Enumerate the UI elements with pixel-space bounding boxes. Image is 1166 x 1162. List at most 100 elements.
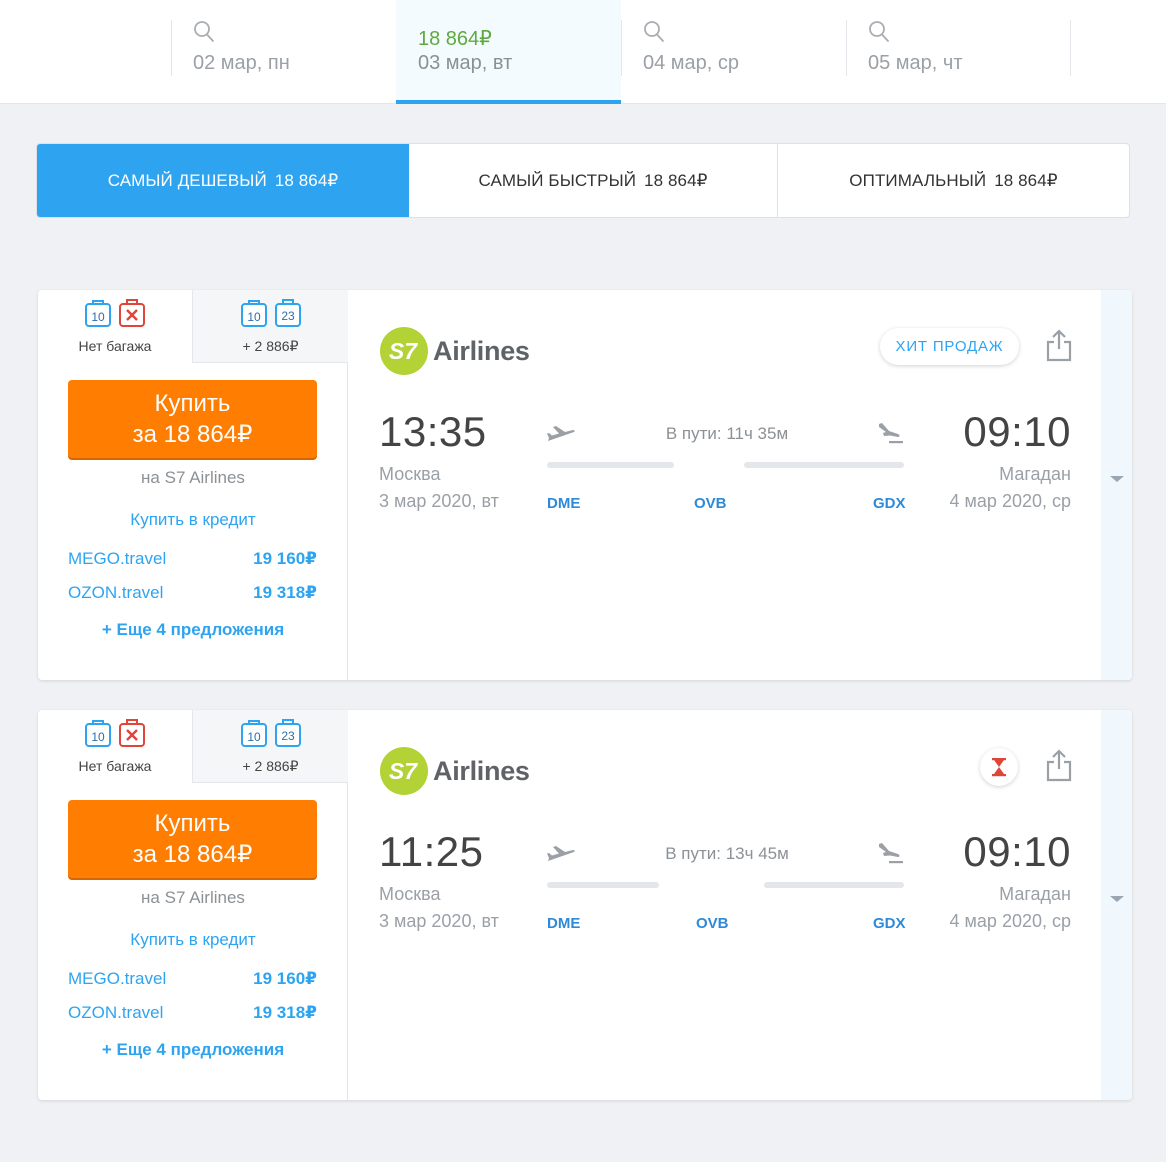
baggage-option-no-bag[interactable]: 10 Нет багажа <box>38 290 192 363</box>
bestseller-badge: ХИТ ПРОДАЖ <box>880 328 1019 365</box>
airport-code: OVB <box>694 495 727 512</box>
agency-name: OZON.travel <box>68 1003 164 1022</box>
date-label: 03 мар, вт <box>418 52 513 74</box>
tab-label: Самый быстрый <box>478 170 637 190</box>
agency-name: MEGO.travel <box>68 549 167 568</box>
baggage-option-with-bag[interactable]: 10 23 + 2 886₽ <box>192 710 348 783</box>
ticket-card: 10 Нет багажа 10 23 + 2 886₽ Купить за 1… <box>38 710 1132 1100</box>
buy-label: Купить <box>154 810 231 837</box>
svg-text:10: 10 <box>247 310 261 324</box>
seller-label: на S7 Airlines <box>141 888 245 907</box>
agency-offer[interactable]: MEGO.travel 19 160₽ <box>68 549 317 569</box>
baggage-label: Нет багажа <box>78 758 152 774</box>
flight-segment <box>744 462 904 468</box>
airport-code: DME <box>547 915 581 932</box>
tab-price: 18 864₽ <box>994 170 1058 190</box>
carry-on-bag-icon: 10 <box>85 720 111 747</box>
buy-button[interactable]: Купить за 18 864₽ <box>68 800 317 878</box>
flight-duration: В пути: 11ч 35м <box>665 424 789 443</box>
agency-offer[interactable]: OZON.travel 19 318₽ <box>68 1003 317 1023</box>
date-option[interactable]: 05 мар, чт <box>846 0 1071 104</box>
date-price: 18 864₽ <box>418 28 492 50</box>
date-strip: 02 мар, пн 18 864₽ 03 мар, вт 04 мар, ср… <box>0 0 1166 104</box>
svg-text:23: 23 <box>281 729 295 743</box>
search-icon <box>644 21 664 42</box>
flight-segment <box>764 882 904 888</box>
baggage-label: + 2 886₽ <box>242 338 299 354</box>
date-option-active[interactable]: 18 864₽ 03 мар, вт <box>396 0 621 104</box>
arrival-date: 4 мар 2020, ср <box>949 911 1071 931</box>
svg-text:23: 23 <box>281 309 295 323</box>
sort-tabs: Самый дешевый 18 864₽ Самый быстрый 18 864… <box>36 143 1130 218</box>
arrival-city: Магадан <box>999 464 1071 484</box>
departure-time: 13:35 <box>379 408 487 455</box>
tab-label: Самый дешевый <box>107 170 267 190</box>
tab-optimal[interactable]: Оптимальный 18 864₽ <box>778 144 1129 217</box>
date-label: 05 мар, чт <box>868 52 963 74</box>
carry-on-bag-icon: 10 <box>85 300 111 327</box>
airline-logo-text: Airlines <box>433 335 530 366</box>
svg-text:S7: S7 <box>389 758 418 784</box>
expand-details-toggle[interactable] <box>1101 290 1132 680</box>
baggage-label: Нет багажа <box>78 338 152 354</box>
agency-price: 19 318₽ <box>253 583 317 602</box>
search-icon <box>869 21 889 42</box>
ticket-buy-panel: 10 Нет багажа 10 23 + 2 886₽ Купить за 1… <box>38 290 348 680</box>
chevron-down-icon <box>1110 476 1124 482</box>
hourglass-icon <box>992 758 1006 777</box>
buy-price: за 18 864₽ <box>132 421 253 448</box>
airport-code: OVB <box>696 915 729 932</box>
airline-logo: S7 Airlines <box>379 326 530 376</box>
no-checked-bag-icon <box>119 299 145 327</box>
tab-cheapest[interactable]: Самый дешевый 18 864₽ <box>37 144 409 217</box>
arrival-date: 4 мар 2020, ср <box>949 491 1071 511</box>
baggage-label: + 2 886₽ <box>242 758 299 774</box>
airline-logo: S7 Airlines <box>379 746 530 796</box>
arrival-city: Магадан <box>999 884 1071 904</box>
date-label: 02 мар, пн <box>193 52 290 74</box>
expand-details-toggle[interactable] <box>1101 710 1132 1100</box>
s7-logo-icon: S7 <box>380 747 428 795</box>
agency-price: 19 160₽ <box>253 969 317 988</box>
agency-name: MEGO.travel <box>68 969 167 988</box>
flight-segment <box>547 462 674 468</box>
carry-on-bag-icon: 10 <box>240 720 267 747</box>
no-checked-bag-icon <box>119 719 145 747</box>
ticket-details: S7 Airlines 11:25 Москва 3 мар 2020, вт … <box>349 710 1101 1100</box>
share-icon[interactable] <box>1045 328 1073 362</box>
svg-text:10: 10 <box>91 730 105 744</box>
flight-duration: В пути: 13ч 45м <box>665 844 789 863</box>
agency-price: 19 318₽ <box>253 1003 317 1022</box>
plane-takeoff-icon <box>547 846 575 861</box>
date-option[interactable]: 04 мар, ср <box>621 0 846 104</box>
baggage-option-no-bag[interactable]: 10 Нет багажа <box>38 710 192 783</box>
more-offers-link[interactable]: + Еще 4 предложения <box>38 620 348 640</box>
departure-date: 3 мар 2020, вт <box>379 491 499 511</box>
ticket-details: S7 Airlines ХИТ ПРОДАЖ 13:35 Москва 3 ма… <box>349 290 1101 680</box>
baggage-option-with-bag[interactable]: 10 23 + 2 886₽ <box>192 290 348 363</box>
tab-fastest[interactable]: Самый быстрый 18 864₽ <box>409 144 778 217</box>
carry-on-bag-icon: 10 <box>240 300 267 327</box>
tab-price: 18 864₽ <box>274 170 339 190</box>
plane-landing-icon <box>879 843 903 864</box>
agency-offer[interactable]: MEGO.travel 19 160₽ <box>68 969 317 989</box>
arrival-time: 09:10 <box>963 408 1071 455</box>
buy-on-credit-link[interactable]: Купить в кредит <box>38 930 348 950</box>
more-offers-link[interactable]: + Еще 4 предложения <box>38 1040 348 1060</box>
svg-text:10: 10 <box>247 730 261 744</box>
airport-code: GDX <box>873 495 906 512</box>
airline-logo-text: Airlines <box>433 755 530 786</box>
airport-code: DME <box>547 495 581 512</box>
s7-logo-icon: S7 <box>380 327 428 375</box>
share-icon[interactable] <box>1045 748 1073 782</box>
svg-text:S7: S7 <box>389 338 418 364</box>
chevron-down-icon <box>1110 896 1124 902</box>
flight-segment <box>547 882 659 888</box>
active-underline <box>396 100 621 104</box>
checked-bag-icon: 23 <box>274 719 301 747</box>
buy-button[interactable]: Купить за 18 864₽ <box>68 380 317 458</box>
agency-offer[interactable]: OZON.travel 19 318₽ <box>68 583 317 603</box>
buy-on-credit-link[interactable]: Купить в кредит <box>38 510 348 530</box>
date-option[interactable]: 02 мар, пн <box>171 0 396 104</box>
limited-offer-badge <box>980 748 1018 786</box>
